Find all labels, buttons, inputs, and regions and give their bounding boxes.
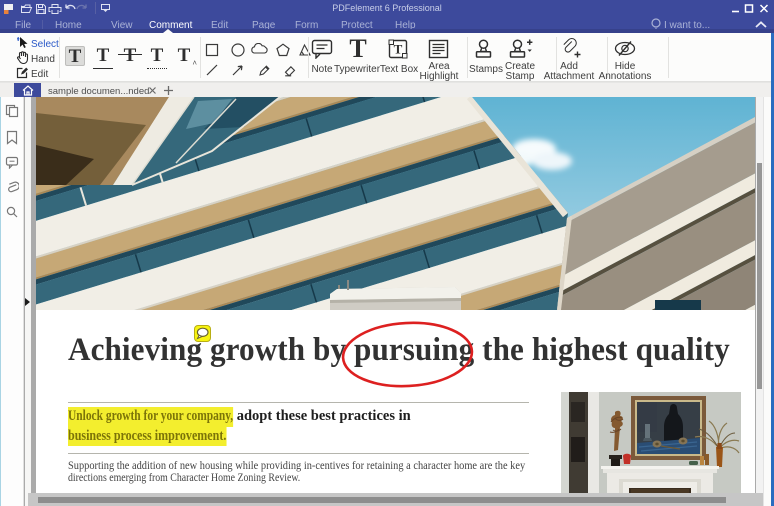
svg-text:T: T xyxy=(394,42,403,57)
